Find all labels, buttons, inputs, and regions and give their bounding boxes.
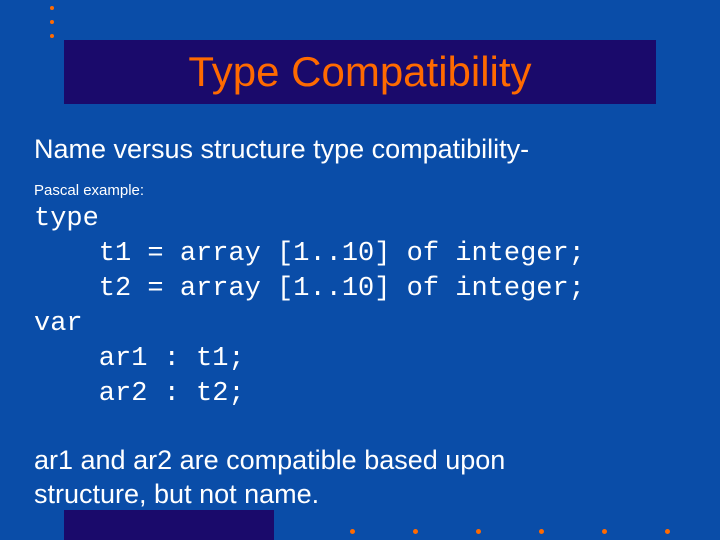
dot-icon <box>602 529 607 534</box>
decorative-dots-top <box>50 6 54 38</box>
slide-title: Type Compatibility <box>188 48 531 96</box>
dot-icon <box>539 529 544 534</box>
dot-icon <box>50 34 54 38</box>
footnote-line-1: ar1 and ar2 are compatible based upon <box>34 445 505 475</box>
slide-title-bar: Type Compatibility <box>64 40 656 104</box>
dot-icon <box>413 529 418 534</box>
decorative-accent-box <box>64 510 274 540</box>
dot-icon <box>350 529 355 534</box>
slide-subtitle: Name versus structure type compatibility… <box>34 134 529 165</box>
footnote-line-2: structure, but not name. <box>34 479 319 509</box>
slide-footnote: ar1 and ar2 are compatible based upon st… <box>34 444 674 512</box>
decorative-dots-bottom <box>350 529 670 534</box>
example-label: Pascal example: <box>34 182 144 199</box>
pascal-code-block: type t1 = array [1..10] of integer; t2 =… <box>34 202 585 413</box>
dot-icon <box>476 529 481 534</box>
dot-icon <box>50 6 54 10</box>
dot-icon <box>665 529 670 534</box>
dot-icon <box>50 20 54 24</box>
